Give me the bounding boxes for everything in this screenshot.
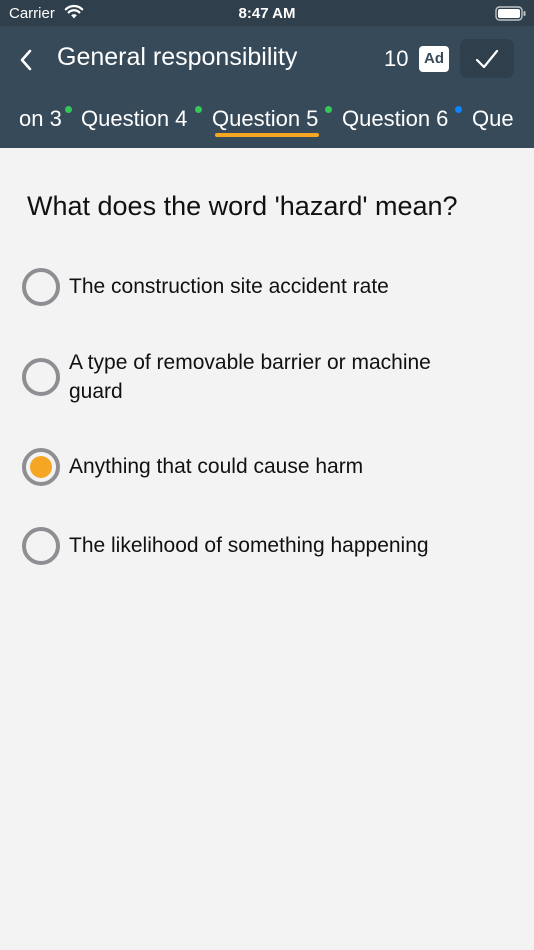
battery-icon	[495, 6, 526, 21]
chevron-left-icon	[20, 49, 32, 71]
ad-button[interactable]: Ad	[419, 46, 449, 72]
submit-button[interactable]	[460, 39, 514, 78]
question-text: What does the word 'hazard' mean?	[27, 191, 458, 221]
tab-status-dot	[65, 106, 72, 113]
active-tab-indicator	[215, 133, 319, 137]
answer-option[interactable]: Anything that could cause harm	[22, 448, 512, 486]
question-count: 10	[384, 46, 409, 71]
checkmark-icon	[475, 49, 499, 69]
answer-option-text: A type of removable barrier or machine g…	[69, 351, 431, 403]
tab-question-5[interactable]: Question 5	[212, 106, 318, 132]
tab-question-7[interactable]: Que	[472, 106, 514, 132]
tab-question-6[interactable]: Question 6	[342, 106, 448, 132]
back-button[interactable]	[14, 44, 40, 76]
tab-status-dot	[195, 106, 202, 113]
question-tabs: on 3 Question 4 Question 5 Question 6 Qu…	[0, 98, 534, 148]
answer-option-text: The construction site accident rate	[69, 275, 389, 298]
header: Carrier 8:47 AM General responsibility 1…	[0, 0, 534, 148]
tab-question-4[interactable]: Question 4	[81, 106, 187, 132]
answer-option[interactable]: A type of removable barrier or machine g…	[22, 348, 512, 408]
answer-option-text: Anything that could cause harm	[69, 455, 364, 478]
answer-option[interactable]: The likelihood of something happening	[22, 527, 512, 565]
tab-status-dot	[325, 106, 332, 113]
tab-question-3[interactable]: on 3	[19, 106, 62, 132]
radio-button[interactable]	[22, 358, 60, 396]
radio-button[interactable]	[22, 268, 60, 306]
radio-button[interactable]	[22, 527, 60, 565]
answer-option-text: The likelihood of something happening	[69, 534, 429, 557]
answer-option[interactable]: The construction site accident rate	[22, 268, 512, 306]
status-bar: Carrier 8:47 AM	[0, 0, 534, 26]
page-title: General responsibility	[57, 43, 298, 71]
radio-button[interactable]	[22, 448, 60, 486]
status-time: 8:47 AM	[238, 5, 296, 22]
tab-status-dot	[455, 106, 462, 113]
